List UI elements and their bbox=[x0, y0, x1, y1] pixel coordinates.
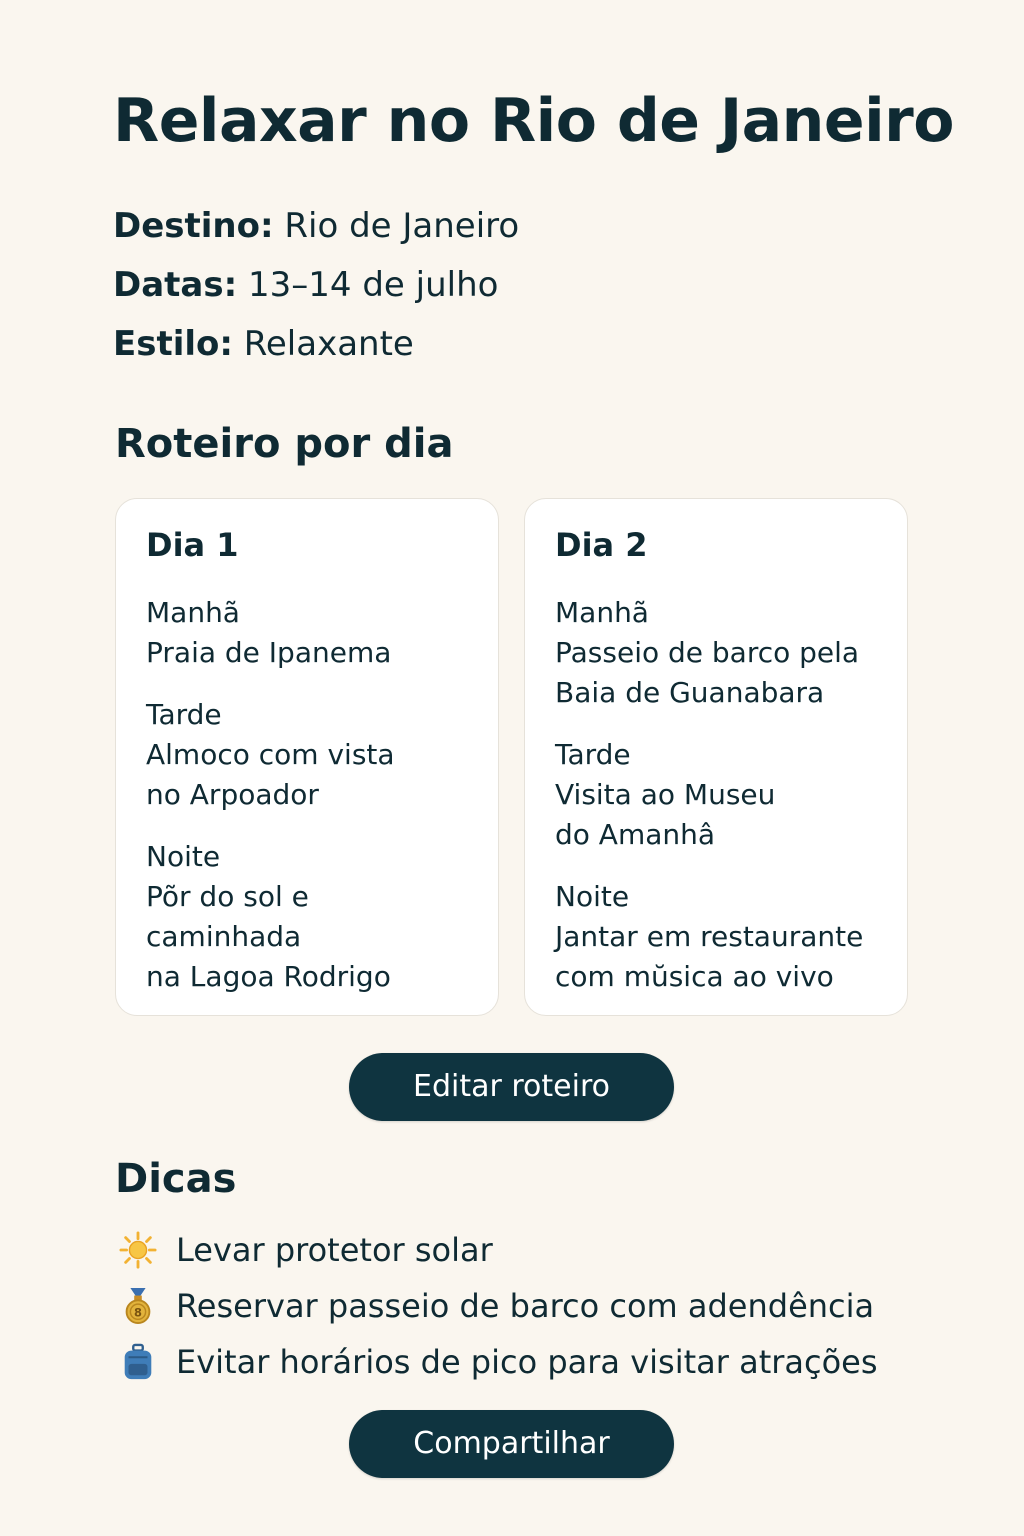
period-activity: Jantar em restaurante bbox=[555, 920, 864, 953]
period-activity: Põr do sol e caminhada bbox=[146, 880, 309, 953]
backpack-icon bbox=[118, 1342, 158, 1382]
period-activity: com mŭsica ao vivo bbox=[555, 960, 834, 993]
dates-value: 13–14 de julho bbox=[248, 265, 499, 305]
period-activity: no Arpoador bbox=[146, 778, 319, 811]
destination-label: Destino: bbox=[113, 206, 274, 246]
period-night: Noite Jantar em restaurante com mŭsica a… bbox=[555, 877, 877, 997]
medal-icon: 8 bbox=[118, 1286, 158, 1326]
sun-icon bbox=[118, 1230, 158, 1270]
day-title: Dia 2 bbox=[555, 526, 648, 564]
period-activity: Praia de Ipanema bbox=[146, 636, 392, 669]
tip-text: Reservar passeio de barco com adendência bbox=[176, 1287, 875, 1325]
style-row: Estilo: Relaxante bbox=[113, 324, 414, 365]
period-label: Tarde bbox=[146, 698, 222, 731]
day-card-1: Dia 1 Manhã Praia de Ipanema Tarde Almoc… bbox=[115, 498, 499, 1016]
dates-row: Datas: 13–14 de julho bbox=[113, 265, 498, 306]
period-activity: Passeio de barco pela bbox=[555, 636, 860, 669]
period-afternoon: Tarde Almoco com vista no Arpoador bbox=[146, 695, 468, 815]
style-label: Estilo: bbox=[113, 324, 233, 364]
tip-item: 8 Reservar passeio de barco com adendênc… bbox=[118, 1278, 878, 1334]
period-label: Noite bbox=[555, 880, 630, 913]
period-label: Tarde bbox=[555, 738, 631, 771]
day-card-2: Dia 2 Manhã Passeio de barco pela Baia d… bbox=[524, 498, 908, 1016]
tips-list: Levar protetor solar 8 Reservar passeio … bbox=[118, 1222, 878, 1390]
itinerary-heading: Roteiro por dia bbox=[115, 421, 454, 467]
tip-item: Evitar horários de pico para visitar atr… bbox=[118, 1334, 878, 1390]
style-value: Relaxante bbox=[243, 324, 414, 364]
period-activity: Visita ao Museu bbox=[555, 778, 776, 811]
period-label: Noite bbox=[146, 840, 221, 873]
period-morning: Manhã Passeio de barco pela Baia de Guan… bbox=[555, 593, 877, 713]
period-morning: Manhã Praia de Ipanema bbox=[146, 593, 468, 673]
edit-itinerary-button[interactable]: Editar roteiro bbox=[349, 1053, 674, 1121]
destination-row: Destino: Rio de Janeiro bbox=[113, 206, 519, 247]
period-activity: na Lagoa Rodrigo bbox=[146, 960, 391, 993]
share-button[interactable]: Compartilhar bbox=[349, 1410, 674, 1478]
tip-item: Levar protetor solar bbox=[118, 1222, 878, 1278]
period-night: Noite Põr do sol e caminhada na Lagoa Ro… bbox=[146, 837, 468, 997]
period-activity: Baia de Guanabara bbox=[555, 676, 825, 709]
period-activity: do Amanhâ bbox=[555, 818, 716, 851]
page-title: Relaxar no Rio de Janeiro bbox=[113, 86, 954, 156]
tip-text: Evitar horários de pico para visitar atr… bbox=[176, 1343, 878, 1381]
destination-value: Rio de Janeiro bbox=[284, 206, 520, 246]
tips-heading: Dicas bbox=[115, 1156, 237, 1202]
period-activity: Almoco com vista bbox=[146, 738, 395, 771]
dates-label: Datas: bbox=[113, 265, 238, 305]
day-title: Dia 1 bbox=[146, 526, 239, 564]
period-label: Manhã bbox=[146, 596, 240, 629]
svg-text:8: 8 bbox=[134, 1305, 142, 1319]
tip-text: Levar protetor solar bbox=[176, 1231, 493, 1269]
period-label: Manhã bbox=[555, 596, 649, 629]
period-afternoon: Tarde Visita ao Museu do Amanhâ bbox=[555, 735, 877, 855]
